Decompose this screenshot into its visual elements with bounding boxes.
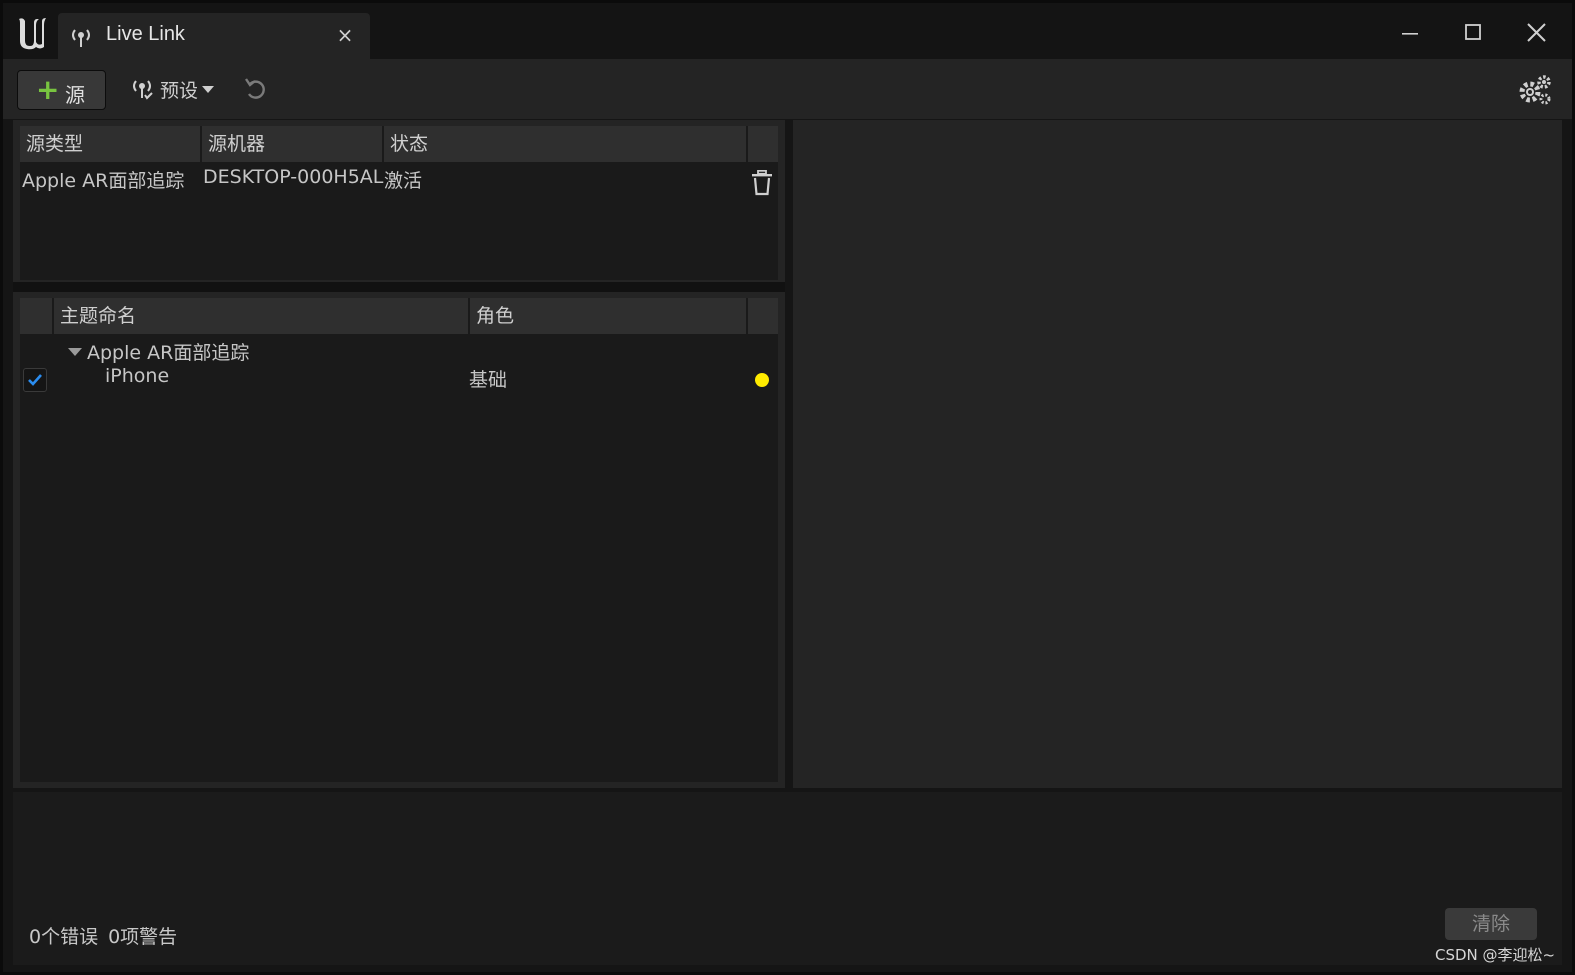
column-header-status[interactable]: 状态 <box>384 126 748 162</box>
tab-close-icon[interactable]: × <box>332 22 358 48</box>
live-link-preset-icon <box>133 80 153 100</box>
close-window-button[interactable] <box>1515 13 1559 53</box>
minimize-icon <box>1402 33 1418 35</box>
add-source-label: 源 <box>65 83 85 107</box>
close-icon <box>1527 23 1546 42</box>
column-header-subject-name[interactable]: 主题命名 <box>54 298 470 334</box>
check-icon <box>28 374 42 386</box>
chevron-down-icon <box>202 86 214 93</box>
plus-icon: + <box>36 73 60 106</box>
panel-splitter[interactable] <box>13 282 785 292</box>
column-header-status <box>748 298 778 334</box>
details-panel <box>793 120 1562 788</box>
minimize-button[interactable] <box>1389 13 1433 53</box>
column-header-role[interactable]: 角色 <box>470 298 748 334</box>
watermark-text: CSDN @李迎松~ <box>1435 946 1556 964</box>
presets-label: 预设 <box>160 80 199 102</box>
log-summary: 0个错误 0项警告 <box>29 922 187 949</box>
settings-button[interactable] <box>1517 73 1553 107</box>
trash-icon[interactable] <box>750 170 774 196</box>
title-bar: Live Link × <box>3 3 1572 60</box>
unreal-logo-icon <box>13 13 53 53</box>
presets-dropdown[interactable]: 预设 <box>126 71 222 107</box>
subject-group-name: Apple AR面部追踪 <box>87 342 250 364</box>
column-header-source-type[interactable]: 源类型 <box>20 126 202 162</box>
maximize-icon <box>1465 24 1481 40</box>
source-type-cell: Apple AR面部追踪 <box>22 170 185 192</box>
live-link-window: Live Link × + 源 预设 源类型 源机器 状态 Apple AR面部… <box>0 0 1575 975</box>
chevron-down-icon[interactable] <box>68 348 82 356</box>
subjects-tree: 主题命名 角色 Apple AR面部追踪 iPhone 基础 <box>20 298 778 782</box>
toolbar: + 源 预设 <box>3 59 1572 119</box>
source-machine-cell: DESKTOP-000H5AL <box>203 166 384 188</box>
error-count: 0个错误 <box>29 926 99 948</box>
source-status-cell: 激活 <box>384 170 423 192</box>
revert-icon <box>245 78 265 99</box>
subject-enabled-checkbox[interactable] <box>23 368 47 392</box>
message-log: 0个错误 0项警告 清除 <box>13 792 1562 965</box>
warning-count: 0项警告 <box>108 926 178 948</box>
clear-button[interactable]: 清除 <box>1445 908 1537 940</box>
column-header-source-machine[interactable]: 源机器 <box>202 126 384 162</box>
add-source-button[interactable]: + 源 <box>17 70 106 110</box>
left-column: 源类型 源机器 状态 Apple AR面部追踪 DESKTOP-000H5AL … <box>13 120 785 788</box>
gear-icon <box>1519 75 1551 105</box>
sources-list: 源类型 源机器 状态 Apple AR面部追踪 DESKTOP-000H5AL … <box>20 126 778 280</box>
subject-name: iPhone <box>105 365 170 387</box>
maximize-button[interactable] <box>1452 13 1496 53</box>
tab-title: Live Link <box>106 23 185 45</box>
column-header-actions <box>748 126 778 162</box>
column-header-enabled <box>20 298 54 334</box>
tab-live-link[interactable]: Live Link × <box>58 13 370 60</box>
revert-button[interactable] <box>241 75 271 105</box>
subject-role: 基础 <box>469 369 508 391</box>
subject-status-dot <box>755 373 769 387</box>
live-link-icon <box>72 29 90 47</box>
